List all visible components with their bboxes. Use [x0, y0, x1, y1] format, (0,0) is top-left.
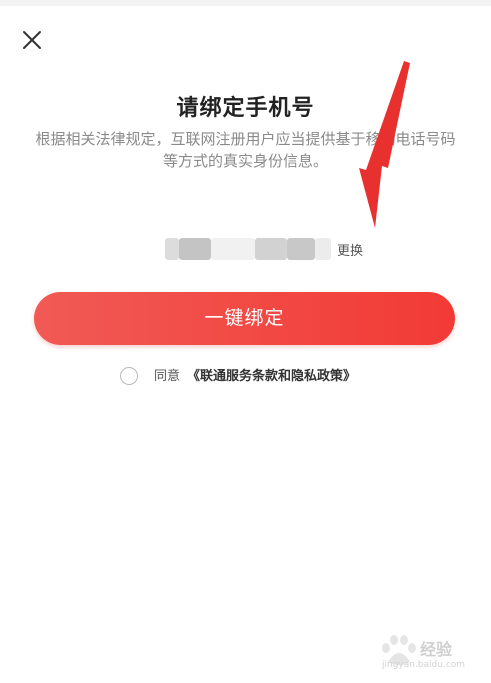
- phone-number-row: 更换: [0, 236, 491, 262]
- close-button[interactable]: [18, 26, 46, 54]
- watermark-url: jingyan.baidu.com: [382, 660, 466, 670]
- change-number-link[interactable]: 更换: [337, 240, 363, 259]
- agreement-prefix: 同意: [154, 369, 181, 384]
- status-bar: [0, 0, 491, 6]
- one-click-bind-button[interactable]: 一键绑定: [34, 292, 455, 345]
- page-description: 根据相关法律规定，互联网注册用户应当提供基于移动电话号码等方式的真实身份信息。: [35, 130, 456, 170]
- policy-link[interactable]: 《联通服务条款和隐私政策》: [187, 365, 356, 384]
- close-icon: [23, 31, 41, 49]
- masked-phone-number: [165, 238, 331, 260]
- agreement-radio[interactable]: [120, 367, 138, 385]
- page-title: 请绑定手机号: [176, 96, 315, 121]
- watermark-brand: 经验: [420, 640, 453, 659]
